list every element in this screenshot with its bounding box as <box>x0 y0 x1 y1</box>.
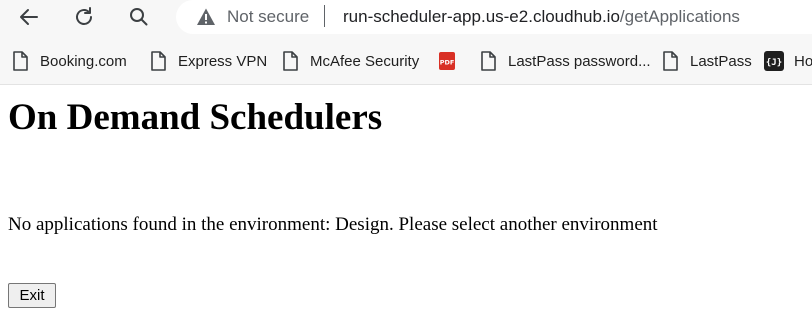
no-applications-message: No applications found in the environment… <box>8 214 658 235</box>
page-icon <box>478 51 498 71</box>
url-path: /getApplications <box>619 7 740 26</box>
bookmark-express-vpn[interactable]: Express VPN <box>148 44 267 78</box>
chrome-divider <box>0 84 812 85</box>
bookmark-booking[interactable]: Booking.com <box>10 44 127 78</box>
page-icon <box>10 51 30 71</box>
page-icon <box>280 51 300 71</box>
bookmark-label: Express VPN <box>178 52 268 70</box>
security-label[interactable]: Not secure <box>227 7 309 27</box>
json-icon: {J} <box>764 51 784 71</box>
exit-button[interactable]: Exit <box>8 283 56 308</box>
bookmark-mcafee[interactable]: McAfee Security <box>280 44 419 78</box>
bookmark-label: Booking.com <box>40 52 127 70</box>
arrow-left-icon <box>17 5 41 29</box>
browser-chrome: Not secure run-scheduler-app.us-e2.cloud… <box>0 0 812 84</box>
address-bar[interactable]: Not secure run-scheduler-app.us-e2.cloud… <box>176 0 812 34</box>
bookmark-pdf[interactable]: PDF <box>437 44 457 78</box>
bookmarks-bar: Booking.com Express VPN McAfee Security … <box>0 44 812 78</box>
warning-triangle-icon[interactable] <box>196 7 216 27</box>
page-icon <box>148 51 168 71</box>
url-host: run-scheduler-app.us-e2.cloudhub.io <box>343 7 620 26</box>
url-text[interactable]: run-scheduler-app.us-e2.cloudhub.io/getA… <box>343 7 740 27</box>
page-title: On Demand Schedulers <box>8 97 383 138</box>
search-button[interactable] <box>121 0 157 34</box>
reload-icon <box>72 5 96 29</box>
bookmark-label: McAfee Security <box>310 52 420 70</box>
url-separator <box>324 5 325 27</box>
pdf-icon-text: PDF <box>440 59 455 67</box>
bookmark-json[interactable]: {J} Ho <box>764 44 812 78</box>
bookmark-lastpass[interactable]: LastPass <box>660 44 752 78</box>
search-icon <box>128 6 150 28</box>
page-icon <box>660 51 680 71</box>
bookmark-label: LastPass password... <box>508 52 651 70</box>
json-icon-text: {J} <box>766 58 782 68</box>
back-button[interactable] <box>11 0 47 34</box>
reload-button[interactable] <box>66 0 102 34</box>
bookmark-label: Ho <box>794 52 812 70</box>
pdf-icon: PDF <box>437 51 457 71</box>
bookmark-lastpass-password[interactable]: LastPass password... <box>478 44 651 78</box>
bookmark-label: LastPass <box>690 52 752 70</box>
